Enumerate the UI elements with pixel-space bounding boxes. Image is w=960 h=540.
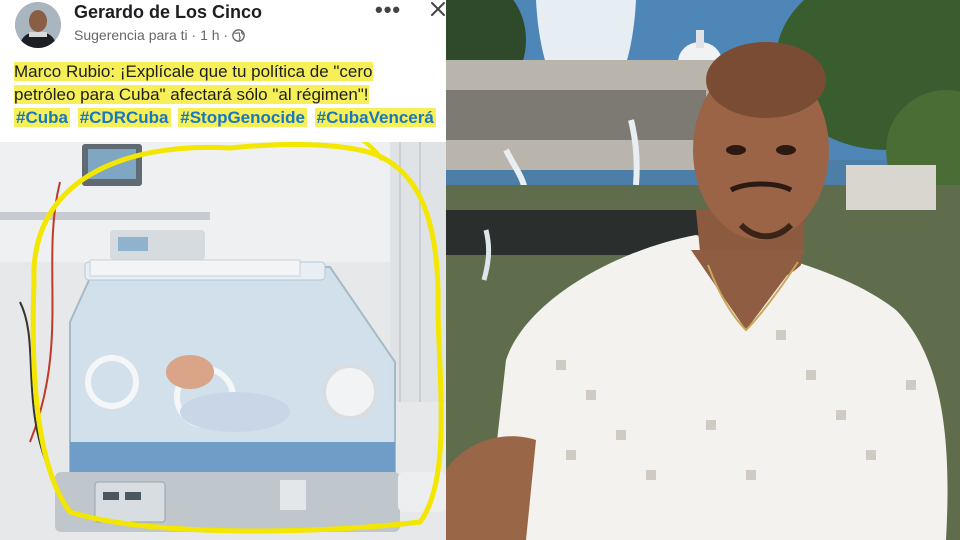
hashtag-link[interactable]: #Cuba — [14, 108, 70, 127]
post-meta-text: Sugerencia para ti · 1 h · — [74, 27, 229, 43]
hashtag-list: #Cuba #CDRCuba #StopGenocide #CubaVencer… — [14, 108, 439, 128]
author-avatar[interactable] — [15, 2, 61, 48]
post-text: Marco Rubio: ¡Explícale que tu política … — [14, 60, 446, 106]
post-meta: Sugerencia para ti · 1 h · — [74, 27, 245, 43]
hashtag-link[interactable]: #CDRCuba — [77, 108, 171, 127]
post-header: Gerardo de Los Cinco Sugerencia para ti … — [0, 0, 446, 52]
author-name[interactable]: Gerardo de Los Cinco — [74, 2, 262, 23]
globe-icon[interactable] — [232, 28, 245, 42]
close-icon[interactable] — [429, 0, 446, 18]
hashtag-link[interactable]: #CubaVencerá — [314, 108, 436, 127]
post-text-line-1: Marco Rubio: ¡Explícale que tu política … — [14, 62, 373, 81]
selfie-photo[interactable] — [446, 0, 960, 540]
post-text-line-2: petróleo para Cuba" afectará sólo "al ré… — [14, 85, 369, 104]
hashtag-link[interactable]: #StopGenocide — [178, 108, 307, 127]
facebook-post: Gerardo de Los Cinco Sugerencia para ti … — [0, 0, 446, 540]
more-options-icon[interactable]: ••• — [375, 0, 401, 21]
post-photo-incubator[interactable] — [0, 142, 446, 540]
